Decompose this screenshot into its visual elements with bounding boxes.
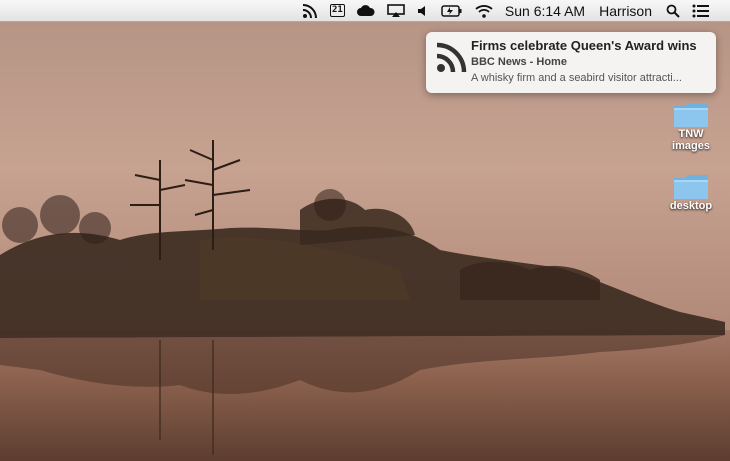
menubar-clock[interactable]: Sun 6:14 AM [499,3,591,19]
rss-feed-icon [436,42,467,73]
desktop-folder-tnw-images[interactable]: TNW images [656,102,726,152]
folder-icon [674,103,708,127]
desktop-folder-desktop[interactable]: desktop [656,174,726,212]
folder-label: desktop [669,200,713,212]
calendar-icon[interactable]: 21 [324,0,351,22]
menubar-user[interactable]: Harrison [591,3,660,19]
menu-bar: 21 Sun 6:14 AM Harrison [0,0,730,22]
notification-body: A whisky firm and a seabird visitor attr… [471,72,682,84]
notification-source: BBC News - Home [471,56,567,68]
notification-title: Firms celebrate Queen's Award wins [471,38,697,53]
spotlight-icon[interactable] [660,0,686,22]
airplay-icon[interactable] [381,0,411,22]
notification-banner[interactable]: Firms celebrate Queen's Award wins BBC N… [426,32,716,93]
notification-center-icon[interactable] [686,0,716,22]
rss-icon[interactable] [296,0,324,22]
folder-icon [674,175,708,199]
battery-icon[interactable] [435,0,469,22]
folder-label: TNW images [672,128,710,152]
volume-icon[interactable] [411,0,435,22]
wifi-icon[interactable] [469,0,499,22]
cloud-icon[interactable] [351,0,381,22]
